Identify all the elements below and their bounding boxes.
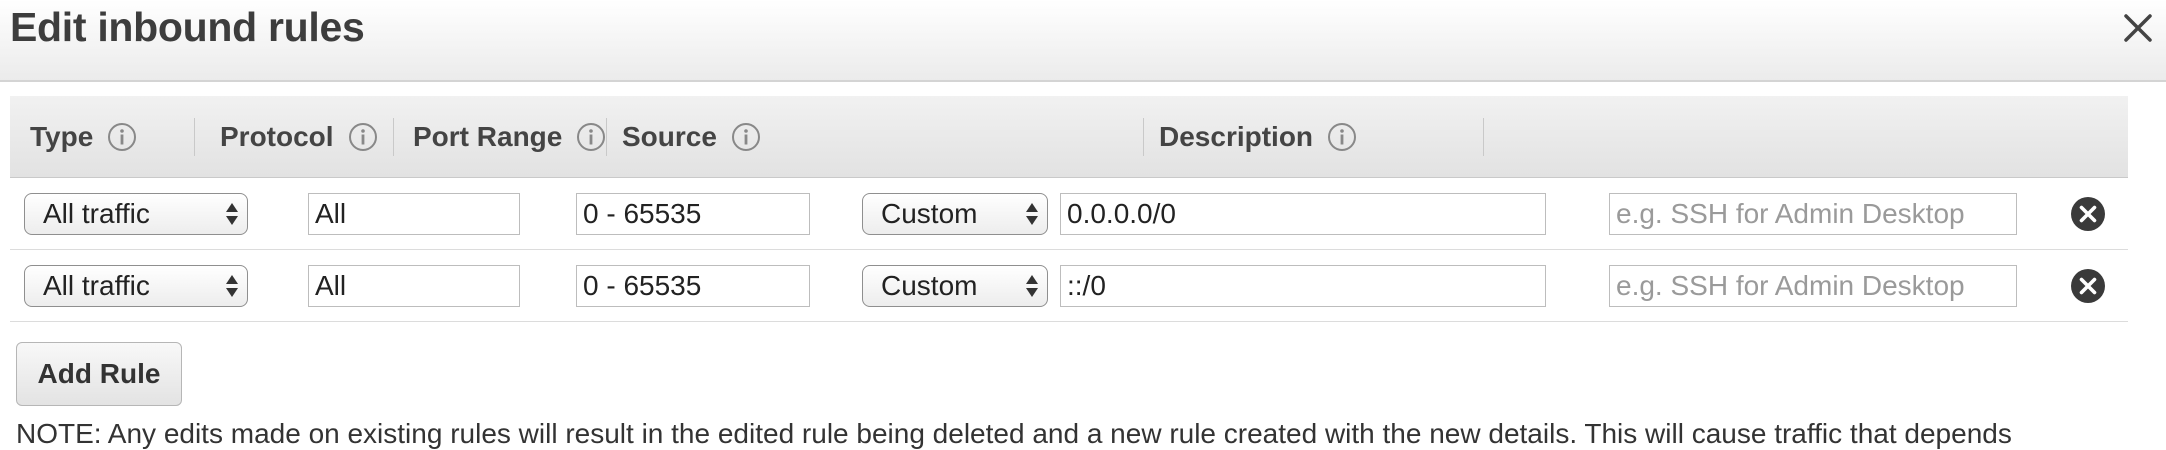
- remove-circle-icon[interactable]: [2070, 196, 2106, 232]
- modal-title: Edit inbound rules: [10, 4, 365, 50]
- table-header: Type Protocol Port Range Source Descript…: [10, 96, 2128, 178]
- column-header-port-range: Port Range: [413, 96, 606, 178]
- column-header-label: Protocol: [220, 121, 334, 152]
- port-range-field[interactable]: 0 - 65535: [576, 265, 810, 307]
- description-field[interactable]: e.g. SSH for Admin Desktop: [1609, 265, 2017, 307]
- add-rule-button[interactable]: Add Rule: [16, 342, 182, 406]
- table-row: All traffic All 0 - 65535 Custom 0.0.0.0…: [10, 178, 2128, 250]
- select-arrows-icon: [1025, 198, 1039, 230]
- column-header-label: Type: [30, 121, 94, 152]
- column-separator: [1143, 118, 1144, 156]
- info-icon[interactable]: [107, 122, 137, 152]
- column-header-type: Type: [30, 96, 137, 178]
- protocol-field[interactable]: All: [308, 193, 520, 235]
- table-row: All traffic All 0 - 65535 Custom ::/0 e.…: [10, 250, 2128, 322]
- select-arrows-icon: [225, 198, 239, 230]
- protocol-field[interactable]: All: [308, 265, 520, 307]
- source-type-select[interactable]: Custom: [862, 193, 1048, 235]
- type-select-value: All traffic: [43, 198, 150, 229]
- select-arrows-icon: [225, 270, 239, 302]
- close-icon[interactable]: [2118, 8, 2158, 48]
- column-separator: [1483, 118, 1484, 156]
- type-select-value: All traffic: [43, 270, 150, 301]
- info-icon[interactable]: [576, 122, 606, 152]
- info-icon[interactable]: [348, 122, 378, 152]
- column-separator: [194, 118, 195, 156]
- info-icon[interactable]: [731, 122, 761, 152]
- description-field[interactable]: e.g. SSH for Admin Desktop: [1609, 193, 2017, 235]
- column-header-protocol: Protocol: [220, 96, 378, 178]
- source-cidr-field[interactable]: 0.0.0.0/0: [1060, 193, 1546, 235]
- column-separator: [606, 118, 607, 156]
- modal-header: Edit inbound rules: [0, 0, 2166, 82]
- column-header-label: Port Range: [413, 121, 563, 152]
- source-type-select[interactable]: Custom: [862, 265, 1048, 307]
- inbound-rules-table: Type Protocol Port Range Source Descript…: [10, 96, 2128, 324]
- column-header-description: Description: [1159, 96, 1357, 178]
- column-header-label: Description: [1159, 121, 1314, 152]
- source-type-value: Custom: [881, 270, 978, 301]
- port-range-field[interactable]: 0 - 65535: [576, 193, 810, 235]
- column-header-label: Source: [622, 121, 717, 152]
- info-icon[interactable]: [1327, 122, 1357, 152]
- edit-note: NOTE: Any edits made on existing rules w…: [16, 418, 2012, 449]
- remove-circle-icon[interactable]: [2070, 268, 2106, 304]
- select-arrows-icon: [1025, 270, 1039, 302]
- column-header-source: Source: [622, 96, 761, 178]
- type-select[interactable]: All traffic: [24, 193, 248, 235]
- type-select[interactable]: All traffic: [24, 265, 248, 307]
- source-cidr-field[interactable]: ::/0: [1060, 265, 1546, 307]
- column-separator: [393, 118, 394, 156]
- source-type-value: Custom: [881, 198, 978, 229]
